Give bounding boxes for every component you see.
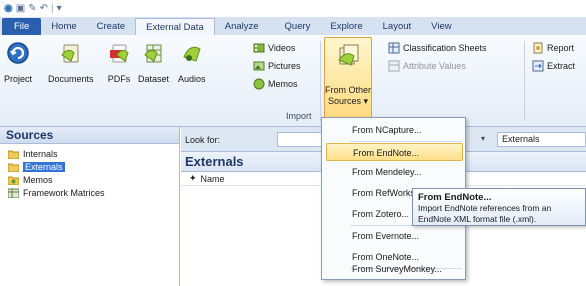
chevron-down-icon[interactable]: ▾ [481,134,485,143]
pdfs-button[interactable]: PDFs [107,41,131,84]
audio-icon [180,41,204,65]
ribbon-panel: Project Documents PDFs Dataset Audios Vi… [0,35,586,127]
group-separator [524,41,525,121]
tree-item-label: Memos [23,175,53,185]
ribbon-tab-bar: File Home Create External Data Analyze Q… [0,17,586,35]
tab-create[interactable]: Create [87,18,136,35]
attribute-values-icon [388,60,400,72]
menu-item-from-ncapture[interactable]: From NCapture... [326,121,463,139]
from-other-sources-label-line2: Sources ▾ [327,96,369,106]
pictures-button[interactable]: Pictures [253,60,301,72]
app-logo-icon: ◉ [4,2,13,14]
tree-item-label: Framework Matrices [23,188,105,198]
quick-access-toolbar: ◉ ▣ ✎ ↶ | ▾ [0,0,586,17]
folder-icon [8,150,19,159]
look-for-input[interactable] [277,132,325,147]
memos-folder-icon [8,176,19,185]
extract-label: Extract [547,61,576,71]
tree-item-label: Externals [23,162,65,172]
documents-icon [59,41,83,65]
project-import-icon [6,41,30,65]
look-for-label: Look for: [185,135,221,145]
from-other-sources-label-line1: From Other [325,85,372,95]
tab-explore[interactable]: Explore [320,18,372,35]
report-icon [532,42,544,54]
tooltip-body-line1: Import EndNote references from an [418,203,552,213]
documents-button-label: Documents [48,74,94,84]
tab-file[interactable]: File [2,18,42,35]
undo-icon[interactable]: ↶ [40,3,48,14]
pictures-icon [253,60,265,72]
memos-label: Memos [268,79,298,89]
sources-pane: Sources Internals Externals Memos Framew… [0,127,180,286]
search-in-select[interactable]: Externals [497,132,586,147]
tooltip-body-line2: EndNote XML format file (.xml). [418,214,537,224]
framework-matrices-icon [8,188,19,198]
project-button-label: Project [4,74,33,84]
tree-item-memos[interactable]: Memos [8,174,179,186]
menu-item-from-evernote[interactable]: From Evernote... [326,227,463,245]
group-separator [320,41,321,121]
attribute-values-label: Attribute Values [403,61,466,71]
dataset-button-label: Dataset [138,74,170,84]
classification-sheets-label: Classification Sheets [403,43,487,53]
extract-button[interactable]: Extract [532,60,575,72]
customize-toolbar-icon[interactable]: ▾ [57,3,62,14]
folder-icon [8,163,19,172]
pdf-icon [107,41,131,65]
audios-button[interactable]: Audios [178,41,206,84]
toolbar-separator: | [50,2,54,14]
videos-button[interactable]: Videos [253,42,295,54]
videos-label: Videos [268,43,296,53]
save-icon[interactable]: ▣ [16,3,25,14]
audios-button-label: Audios [178,74,206,84]
report-label: Report [547,43,575,53]
memos-icon [253,78,265,90]
tree-item-label: Internals [23,149,58,159]
column-header-label: Name [200,173,225,184]
menu-item-from-mendeley[interactable]: From Mendeley... [326,163,463,181]
extract-icon [532,60,544,72]
tree-item-externals[interactable]: Externals [8,161,179,173]
menu-item-from-endnote[interactable]: From EndNote... [326,143,463,161]
tab-home[interactable]: Home [41,18,86,35]
pictures-label: Pictures [268,61,301,71]
pdfs-button-label: PDFs [107,74,131,84]
project-button[interactable]: Project [4,41,32,84]
tree-item-internals[interactable]: Internals [8,148,179,160]
tab-external-data[interactable]: External Data [135,18,215,35]
menu-item-from-surveymonkey[interactable]: From SurveyMonkey... [326,260,463,278]
from-other-sources-button[interactable]: From Other Sources ▾ [324,37,372,123]
import-group-label: Import [286,111,312,121]
tab-analyze[interactable]: Analyze [215,18,269,35]
report-button[interactable]: Report [532,42,574,54]
endnote-tooltip: From EndNote... Import EndNote reference… [412,188,586,226]
documents-button[interactable]: Documents [48,41,94,84]
dataset-icon [142,41,166,65]
menu-separator [350,141,462,142]
tooltip-title: From EndNote... [418,192,492,203]
tab-view[interactable]: View [421,18,461,35]
from-other-sources-icon [336,42,362,68]
tree-item-framework-matrices[interactable]: Framework Matrices [8,187,179,199]
sort-pin-icon: ✦ [189,173,197,183]
classification-sheets-button[interactable]: Classification Sheets [388,42,487,54]
sources-pane-title: Sources [0,127,179,144]
tab-layout[interactable]: Layout [373,18,422,35]
memos-button[interactable]: Memos [253,78,298,90]
edit-icon[interactable]: ✎ [28,3,36,14]
video-icon [253,42,265,54]
sources-tree: Internals Externals Memos Framework Matr… [0,144,179,199]
classification-sheets-icon [388,42,400,54]
attribute-values-button: Attribute Values [388,60,466,72]
dataset-button[interactable]: Dataset [138,41,169,84]
tab-query[interactable]: Query [275,18,321,35]
